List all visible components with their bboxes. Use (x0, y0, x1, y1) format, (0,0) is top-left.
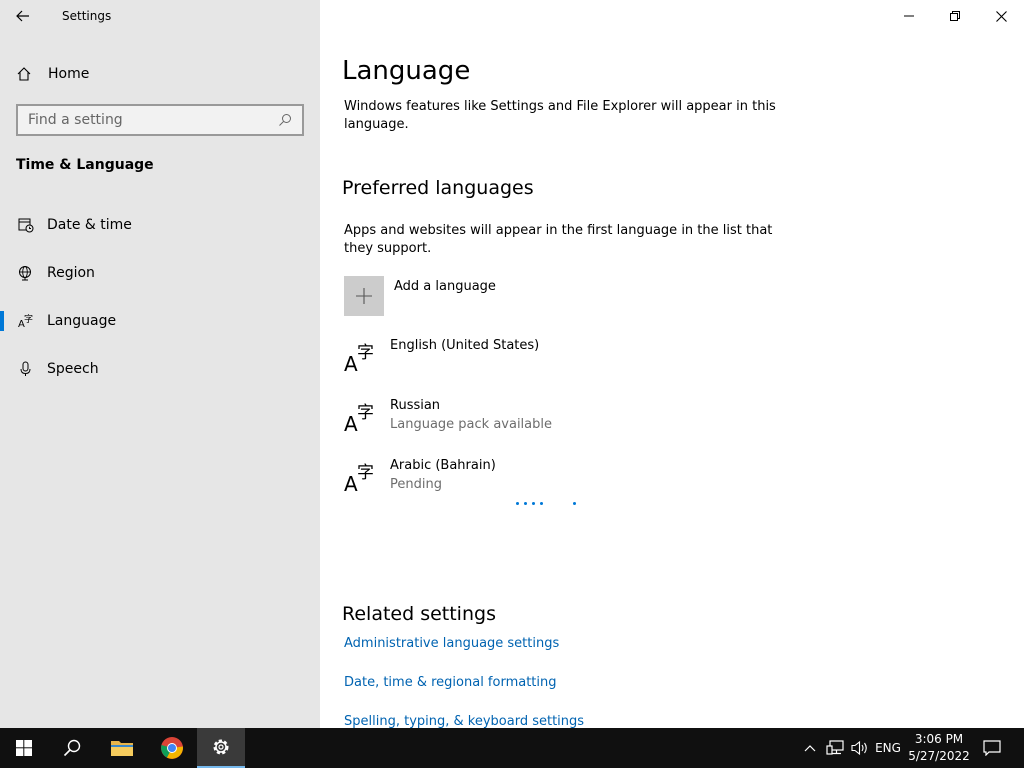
settings-taskbar-button[interactable] (197, 728, 245, 768)
show-hidden-icons-button[interactable] (800, 728, 820, 768)
home-icon (16, 66, 34, 82)
start-button[interactable] (0, 728, 48, 768)
calendar-clock-icon (16, 217, 36, 233)
search-placeholder: Find a setting (28, 112, 123, 128)
input-language-indicator[interactable]: ENG (872, 728, 904, 768)
sidebar: Settings Home Find a setting Time & Lang… (0, 0, 320, 728)
microphone-icon (16, 361, 36, 377)
clock-time: 3:06 PM (914, 732, 964, 746)
loading-indicator (516, 502, 581, 505)
language-name: Russian (390, 398, 441, 413)
home-label: Home (48, 66, 90, 82)
svg-text:A: A (344, 352, 358, 374)
sidebar-item-label: Speech (47, 361, 99, 377)
svg-text:A: A (344, 412, 358, 434)
network-button[interactable] (822, 728, 848, 768)
language-icon: A字 (16, 313, 36, 329)
app-title: Settings (62, 9, 112, 23)
network-icon (826, 740, 844, 755)
notification-icon (983, 740, 1001, 756)
language-icon: A字 (344, 403, 374, 434)
clock[interactable]: 3:06 PM 5/27/2022 (908, 731, 970, 765)
add-language-button[interactable]: Add a language (344, 276, 496, 316)
back-arrow-icon (16, 10, 29, 22)
search-icon (278, 113, 294, 127)
svg-text:字: 字 (357, 403, 374, 423)
language-item-english[interactable]: A字 English (United States) (344, 338, 704, 388)
language-status: Pending (390, 477, 442, 492)
administrative-language-settings-link[interactable]: Administrative language settings (344, 636, 559, 651)
section-title: Time & Language (16, 157, 154, 173)
speaker-icon (851, 740, 867, 756)
page-title: Language (342, 56, 471, 86)
taskbar: ENG 3:06 PM 5/27/2022 (0, 728, 1024, 768)
sidebar-item-label: Region (47, 265, 95, 281)
sidebar-item-language[interactable]: A字 Language (0, 301, 320, 341)
spelling-typing-keyboard-settings-link[interactable]: Spelling, typing, & keyboard settings (344, 714, 584, 729)
language-icon: A字 (344, 463, 374, 494)
file-explorer-button[interactable] (98, 728, 146, 768)
sidebar-item-speech[interactable]: Speech (0, 349, 320, 389)
add-language-label: Add a language (394, 279, 496, 294)
clock-date: 5/27/2022 (908, 749, 970, 763)
svg-text:A: A (344, 472, 358, 494)
svg-text:字: 字 (357, 343, 374, 363)
svg-text:字: 字 (357, 463, 374, 483)
back-button[interactable] (0, 0, 46, 32)
gear-icon (213, 739, 229, 755)
volume-button[interactable] (848, 728, 872, 768)
date-time-regional-formatting-link[interactable]: Date, time & regional formatting (344, 675, 557, 690)
action-center-button[interactable] (976, 728, 1008, 768)
svg-text:字: 字 (24, 313, 33, 325)
globe-icon (16, 265, 36, 281)
plus-icon (344, 276, 384, 316)
language-item-arabic[interactable]: A字 Arabic (Bahrain) Pending (344, 458, 704, 508)
language-status: Language pack available (390, 417, 552, 432)
preferred-languages-description: Apps and websites will appear in the fir… (344, 223, 773, 256)
language-description: Windows features like Settings and File … (344, 99, 776, 132)
sidebar-item-date-time[interactable]: Date & time (0, 205, 320, 245)
folder-icon (111, 741, 133, 756)
language-item-russian[interactable]: A字 Russian Language pack available (344, 398, 704, 448)
search-icon (63, 739, 81, 757)
related-settings-heading: Related settings (342, 603, 496, 625)
search-input[interactable]: Find a setting (16, 104, 304, 136)
sidebar-item-label: Date & time (47, 217, 132, 233)
chrome-button[interactable] (148, 728, 196, 768)
preferred-languages-heading: Preferred languages (342, 177, 534, 199)
language-name: Arabic (Bahrain) (390, 458, 496, 473)
language-name: English (United States) (390, 338, 540, 353)
home-nav-item[interactable]: Home (0, 56, 320, 92)
chrome-icon (161, 737, 183, 759)
windows-logo-icon (16, 740, 32, 756)
taskbar-search-button[interactable] (48, 728, 96, 768)
sidebar-item-region[interactable]: Region (0, 253, 320, 293)
chevron-up-icon (804, 745, 816, 752)
sidebar-item-label: Language (47, 313, 117, 329)
main-content: Language Windows features like Settings … (320, 0, 1024, 729)
language-icon: A字 (344, 343, 374, 374)
